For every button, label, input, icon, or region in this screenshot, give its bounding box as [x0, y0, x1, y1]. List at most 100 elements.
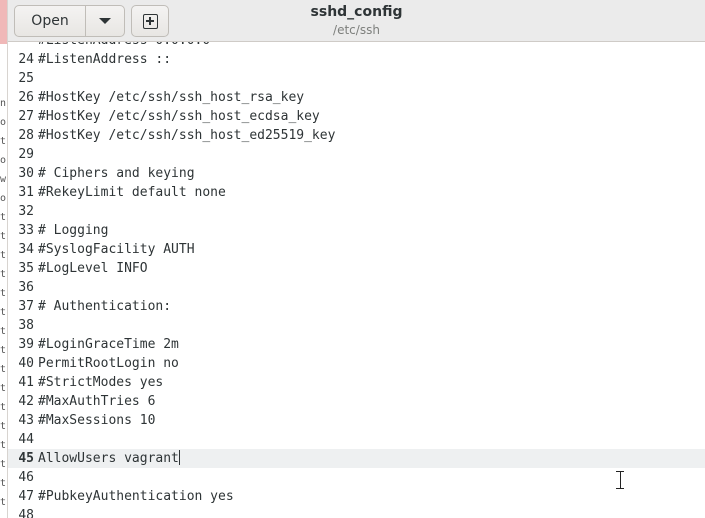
background-text: t [0, 440, 7, 451]
text-caret [178, 450, 180, 465]
line-content: #LogLevel INFO [38, 261, 148, 276]
background-text: t [0, 364, 7, 375]
editor-line[interactable]: 24 #ListenAddress :: [8, 50, 705, 69]
editor-line[interactable]: 43 #MaxSessions 10 [8, 411, 705, 430]
line-content: PermitRootLogin no [38, 356, 179, 371]
line-text: #LogLevel INFO [38, 259, 148, 278]
line-number: 47 [18, 489, 34, 504]
line-number: 30 [18, 166, 34, 181]
background-text: t [0, 250, 7, 261]
background-text: t [0, 288, 7, 299]
editor-line[interactable]: 25 [8, 69, 705, 88]
line-number: 45 [18, 451, 34, 466]
line-number: 46 [18, 470, 34, 485]
editor-line[interactable]: 35 #LogLevel INFO [8, 259, 705, 278]
line-content: #RekeyLimit default none [38, 185, 226, 200]
line-text: #HostKey /etc/ssh/ssh_host_rsa_key [38, 88, 304, 107]
line-content: #HostKey /etc/ssh/ssh_host_rsa_key [38, 90, 305, 105]
editor-line[interactable]: 30 # Ciphers and keying [8, 164, 705, 183]
line-number: 28 [18, 128, 34, 143]
background-text: t [0, 402, 7, 413]
line-text: #HostKey /etc/ssh/ssh_host_ecdsa_key [38, 107, 320, 126]
line-number: 39 [18, 337, 34, 352]
text-editor[interactable]: #ListenAddress 0.0.0.0 24 #ListenAddress :… [8, 42, 705, 518]
line-number: 25 [18, 71, 34, 86]
background-window: notowotttttttttttttttt [0, 0, 8, 518]
background-text: t [0, 497, 7, 508]
background-text: t [0, 269, 7, 280]
background-text: t [0, 421, 7, 432]
line-text: #LoginGraceTime 2m [38, 335, 179, 354]
line-number: 42 [18, 394, 34, 409]
line-text: #StrictModes yes [38, 373, 163, 392]
editor-line[interactable]: #ListenAddress 0.0.0.0 [8, 42, 705, 50]
line-text: # Logging [38, 221, 108, 240]
background-text: t [0, 326, 7, 337]
line-number: 27 [18, 109, 34, 124]
editor-line[interactable]: 31 #RekeyLimit default none [8, 183, 705, 202]
editor-line[interactable]: 46 [8, 468, 705, 487]
current-line[interactable]: 45 AllowUsers vagrant [8, 449, 705, 468]
line-text: #HostKey /etc/ssh/ssh_host_ed25519_key [38, 126, 335, 145]
editor-line[interactable]: 32 [8, 202, 705, 221]
line-number: 38 [18, 318, 34, 333]
line-number: 34 [18, 242, 34, 257]
line-number: 41 [18, 375, 34, 390]
line-content: AllowUsers vagrant [38, 451, 179, 466]
background-text: t [0, 231, 7, 242]
background-text: t [0, 478, 7, 489]
background-text: t [0, 307, 7, 318]
line-content: #HostKey /etc/ssh/ssh_host_ed25519_key [38, 128, 336, 143]
editor-line[interactable]: 44 [8, 430, 705, 449]
line-text: AllowUsers vagrant [38, 449, 180, 468]
editor-line[interactable]: 39 #LoginGraceTime 2m [8, 335, 705, 354]
line-text: #RekeyLimit default none [38, 183, 226, 202]
text-cursor-icon [614, 470, 626, 490]
line-text: #MaxAuthTries 6 [38, 392, 155, 411]
background-text: t [0, 345, 7, 356]
line-content: #MaxSessions 10 [38, 413, 156, 428]
background-text: t [0, 383, 7, 394]
line-number: 26 [18, 90, 34, 105]
editor-line[interactable]: 36 [8, 278, 705, 297]
editor-line[interactable]: 42 #MaxAuthTries 6 [8, 392, 705, 411]
editor-line[interactable]: 26 #HostKey /etc/ssh/ssh_host_rsa_key [8, 88, 705, 107]
line-number: 48 [18, 508, 34, 518]
background-text: t [0, 459, 7, 470]
editor-line[interactable]: 37 # Authentication: [8, 297, 705, 316]
editor-line[interactable]: 28 #HostKey /etc/ssh/ssh_host_ed25519_key [8, 126, 705, 145]
line-number: 33 [18, 223, 34, 238]
line-number: 29 [18, 147, 34, 162]
editor-line[interactable]: 33 # Logging [8, 221, 705, 240]
line-number: 35 [18, 261, 34, 276]
line-content: #HostKey /etc/ssh/ssh_host_ecdsa_key [38, 109, 320, 124]
line-text: #MaxSessions 10 [38, 411, 155, 430]
editor-line[interactable]: 41 #StrictModes yes [8, 373, 705, 392]
line-text: #ListenAddress 0.0.0.0 [38, 42, 210, 50]
line-content: #ListenAddress 0.0.0.0 [38, 42, 210, 48]
line-content: #PubkeyAuthentication yes [38, 489, 234, 504]
editor-line[interactable]: 27 #HostKey /etc/ssh/ssh_host_ecdsa_key [8, 107, 705, 126]
background-text: n [0, 98, 7, 109]
line-content: #MaxAuthTries 6 [38, 394, 156, 409]
background-text: t [0, 136, 7, 147]
line-content: # Ciphers and keying [38, 166, 195, 181]
editor-line[interactable]: 38 [8, 316, 705, 335]
line-number: 36 [18, 280, 34, 295]
line-text: #SyslogFacility AUTH [38, 240, 195, 259]
line-content: #StrictModes yes [38, 375, 164, 390]
line-content: # Authentication: [38, 299, 172, 314]
line-number: 24 [18, 52, 34, 67]
line-text: # Ciphers and keying [38, 164, 195, 183]
background-text: o [0, 117, 7, 128]
line-number: 43 [18, 413, 34, 428]
line-content: # Logging [38, 223, 109, 238]
background-window-header [0, 0, 7, 44]
editor-line[interactable]: 29 [8, 145, 705, 164]
line-text: #PubkeyAuthentication yes [38, 487, 234, 506]
editor-line[interactable]: 40 PermitRootLogin no [8, 354, 705, 373]
background-text: t [0, 212, 7, 223]
editor-line[interactable]: 47 #PubkeyAuthentication yes [8, 487, 705, 506]
editor-line[interactable]: 34 #SyslogFacility AUTH [8, 240, 705, 259]
editor-line[interactable]: 48 [8, 506, 705, 518]
